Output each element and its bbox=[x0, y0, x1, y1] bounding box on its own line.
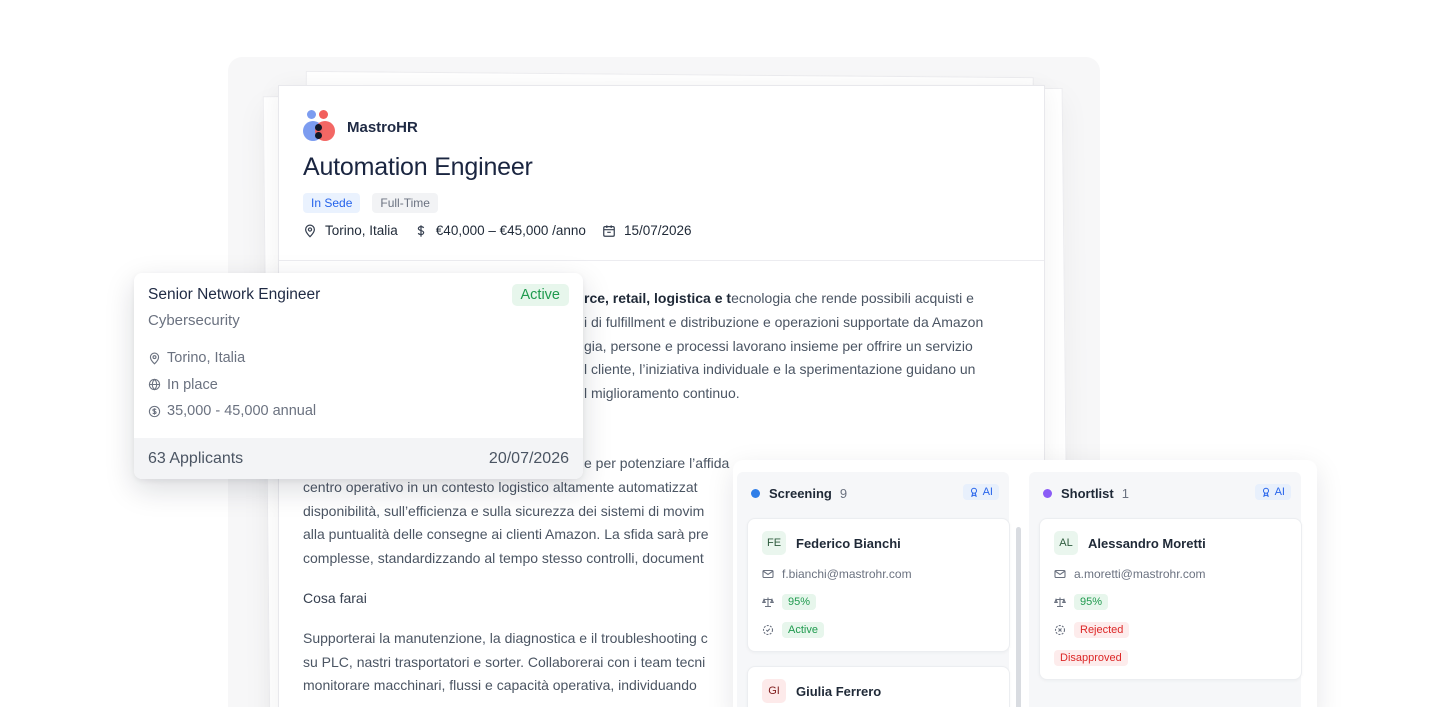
column-count: 1 bbox=[1121, 485, 1129, 501]
candidate-name[interactable]: Alessandro Moretti bbox=[1088, 536, 1206, 551]
ai-button[interactable]: AI bbox=[1254, 484, 1291, 500]
job-title: Automation Engineer bbox=[303, 153, 533, 181]
dollar-icon bbox=[417, 224, 425, 237]
pipeline-board: Screening 9 AI FE Federico Bianchi f.bia… bbox=[733, 460, 1317, 707]
ai-badge-icon bbox=[970, 487, 977, 497]
column-header: Screening 9 AI bbox=[737, 472, 1009, 514]
globe-icon bbox=[148, 378, 161, 391]
mail-icon bbox=[1054, 569, 1066, 578]
candidate-score: 95% bbox=[762, 592, 995, 611]
column-name: Shortlist bbox=[1061, 485, 1114, 501]
card-date: 20/07/2026 bbox=[488, 449, 569, 467]
job-header: MastroHR Automation Engineer In Sede Ful… bbox=[279, 86, 1044, 261]
card-workplace: In place bbox=[148, 372, 569, 399]
candidate-card[interactable]: AL Alessandro Moretti a.moretti@mastrohr… bbox=[1039, 518, 1302, 680]
column-header: Shortlist 1 AI bbox=[1029, 472, 1301, 514]
card-location: Torino, Italia bbox=[148, 345, 569, 372]
ai-badge-icon bbox=[1262, 487, 1269, 497]
status-dot-icon bbox=[1043, 488, 1052, 498]
scrollbar[interactable] bbox=[1016, 527, 1021, 707]
location-pin-icon bbox=[305, 224, 315, 238]
dollar-circle-icon bbox=[148, 405, 161, 417]
candidate-card[interactable]: FE Federico Bianchi f.bianchi@mastrohr.c… bbox=[747, 518, 1010, 652]
column-name: Screening bbox=[769, 485, 832, 501]
location-pin-icon bbox=[149, 352, 160, 365]
candidate-decision: Disapproved bbox=[1054, 648, 1287, 667]
job-summary-card[interactable]: Senior Network Engineer Cybersecurity Ac… bbox=[134, 273, 583, 479]
card-job-title: Senior Network Engineer bbox=[148, 286, 321, 303]
candidate-status: Rejected bbox=[1054, 620, 1287, 639]
brand: MastroHR bbox=[303, 109, 1020, 145]
progress-circle-icon bbox=[762, 624, 774, 635]
card-department: Cybersecurity bbox=[148, 312, 240, 329]
applicants-count: 63 Applicants bbox=[148, 449, 244, 467]
progress-circle-icon bbox=[1054, 624, 1066, 635]
column-shortlist: Shortlist 1 AI AL Alessandro Moretti a.m… bbox=[1029, 472, 1302, 707]
job-salary: €40,000 – €45,000 /anno bbox=[414, 223, 586, 238]
job-date: 15/07/2026 bbox=[602, 223, 692, 238]
card-footer: 63 Applicants 20/07/2026 bbox=[134, 438, 583, 479]
scale-icon bbox=[762, 597, 774, 607]
avatar: FE bbox=[762, 531, 786, 555]
candidate-name[interactable]: Federico Bianchi bbox=[796, 536, 901, 551]
job-meta: Torino, Italia €40,000 – €45,000 /anno 1… bbox=[303, 223, 1020, 238]
mastrohr-logo-icon bbox=[303, 110, 335, 144]
tag-workplace: In Sede bbox=[303, 193, 361, 213]
column-count: 9 bbox=[839, 485, 848, 501]
avatar: GI bbox=[762, 679, 786, 703]
avatar: AL bbox=[1054, 531, 1078, 555]
calendar-icon bbox=[603, 224, 615, 237]
status-dot-icon bbox=[751, 488, 760, 498]
mail-icon bbox=[762, 569, 774, 578]
ai-button[interactable]: AI bbox=[962, 484, 999, 500]
brand-name: MastroHR bbox=[347, 118, 418, 136]
column-screening: Screening 9 AI FE Federico Bianchi f.bia… bbox=[737, 472, 1021, 707]
tag-employment: Full-Time bbox=[372, 193, 438, 213]
card-salary: 35,000 - 45,000 annual bbox=[148, 398, 569, 425]
status-badge: Active bbox=[511, 284, 569, 306]
scale-icon bbox=[1054, 597, 1066, 607]
candidate-status: Active bbox=[762, 620, 995, 639]
candidate-score: 95% bbox=[1054, 592, 1287, 611]
candidate-card[interactable]: GI Giulia Ferrero bbox=[747, 666, 1010, 707]
candidate-name[interactable]: Giulia Ferrero bbox=[796, 684, 881, 699]
job-location: Torino, Italia bbox=[303, 223, 398, 238]
job-tags: In Sede Full-Time bbox=[303, 193, 1020, 213]
candidate-email: f.bianchi@mastrohr.com bbox=[762, 564, 995, 583]
candidate-email: a.moretti@mastrohr.com bbox=[1054, 564, 1287, 583]
